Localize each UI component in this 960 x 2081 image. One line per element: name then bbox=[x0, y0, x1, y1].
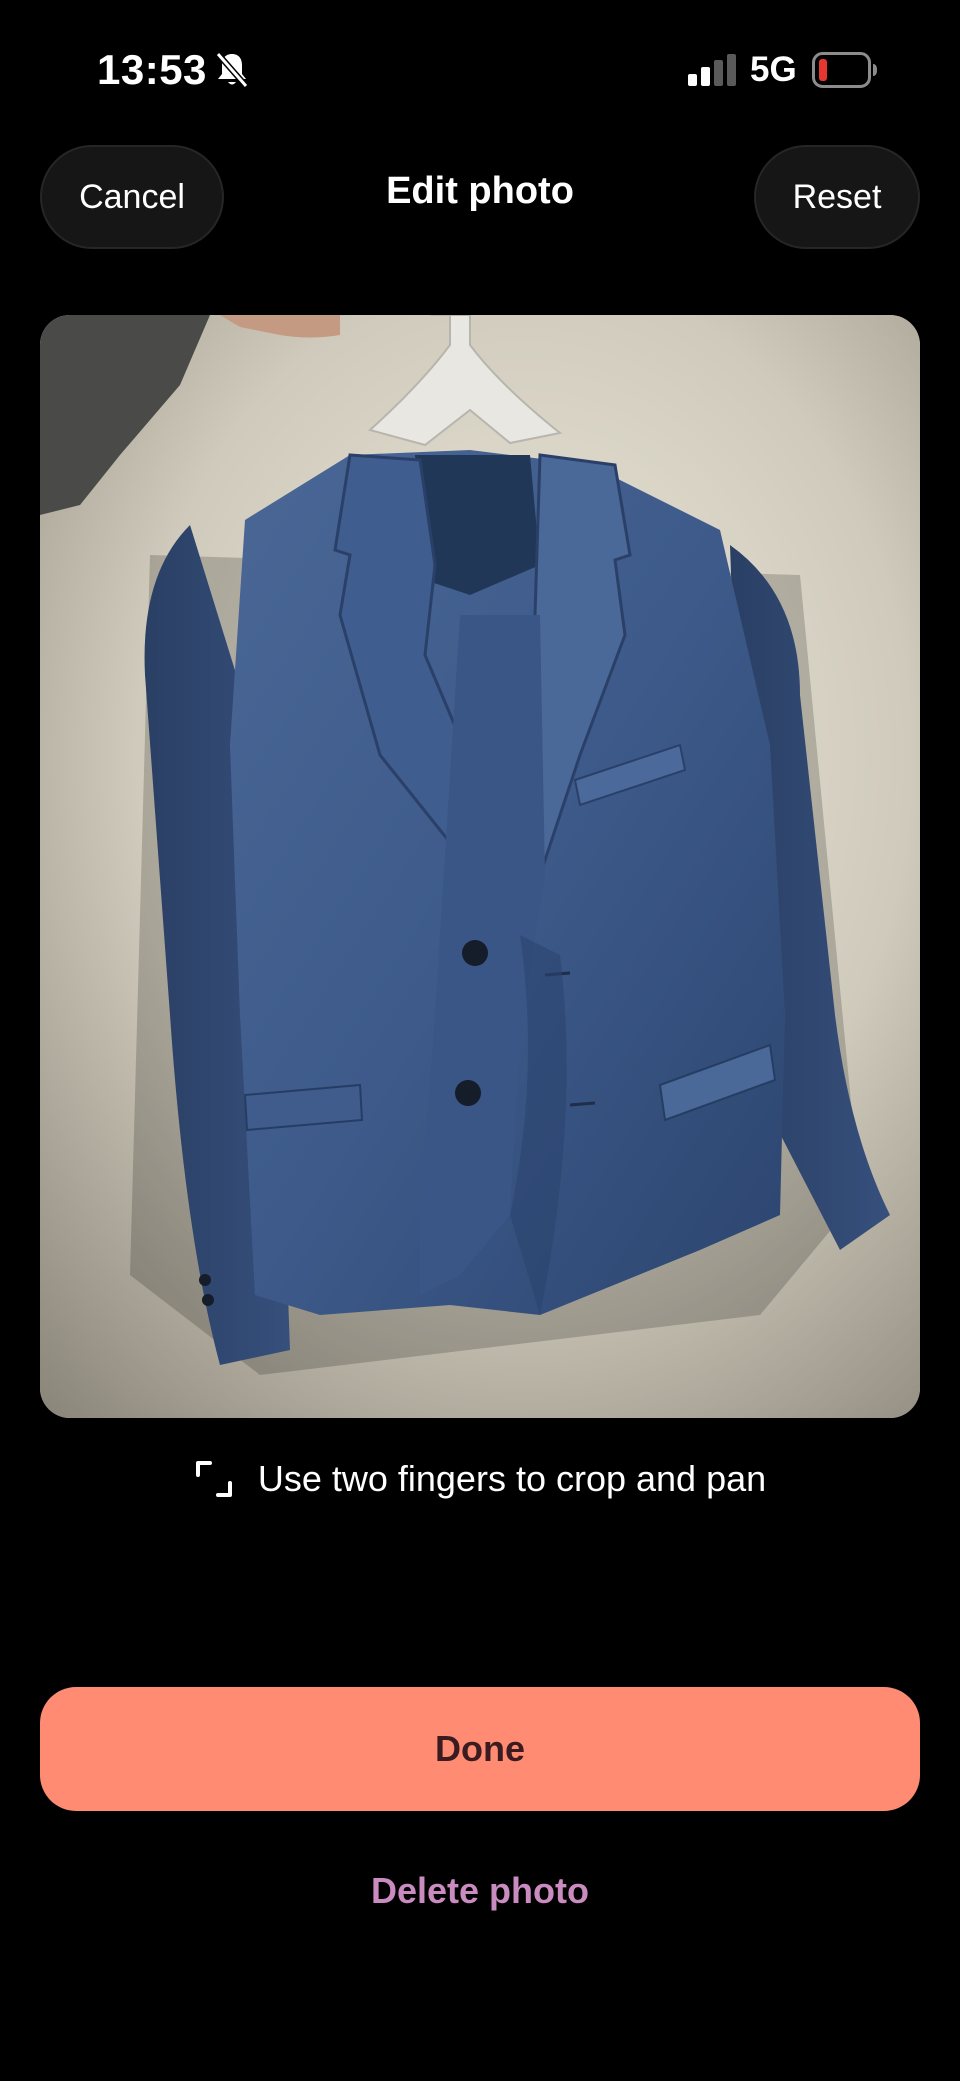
crop-hint: Use two fingers to crop and pan bbox=[0, 1458, 960, 1500]
network-label: 5G bbox=[750, 50, 797, 89]
reset-button[interactable]: Reset bbox=[754, 145, 920, 249]
crop-icon bbox=[195, 1461, 232, 1497]
photo-canvas[interactable] bbox=[40, 315, 920, 1418]
delete-photo-button[interactable]: Delete photo bbox=[0, 1870, 960, 1912]
suit-jacket-photo bbox=[40, 315, 920, 1418]
done-button[interactable]: Done bbox=[40, 1687, 920, 1811]
status-time: 13:53 bbox=[97, 46, 207, 93]
battery-low-icon bbox=[812, 52, 877, 88]
status-bar: 13:53 5G bbox=[0, 0, 960, 140]
bell-slash-icon bbox=[215, 52, 249, 88]
crop-hint-text: Use two fingers to crop and pan bbox=[257, 1458, 767, 1499]
signal-icon bbox=[688, 54, 736, 86]
